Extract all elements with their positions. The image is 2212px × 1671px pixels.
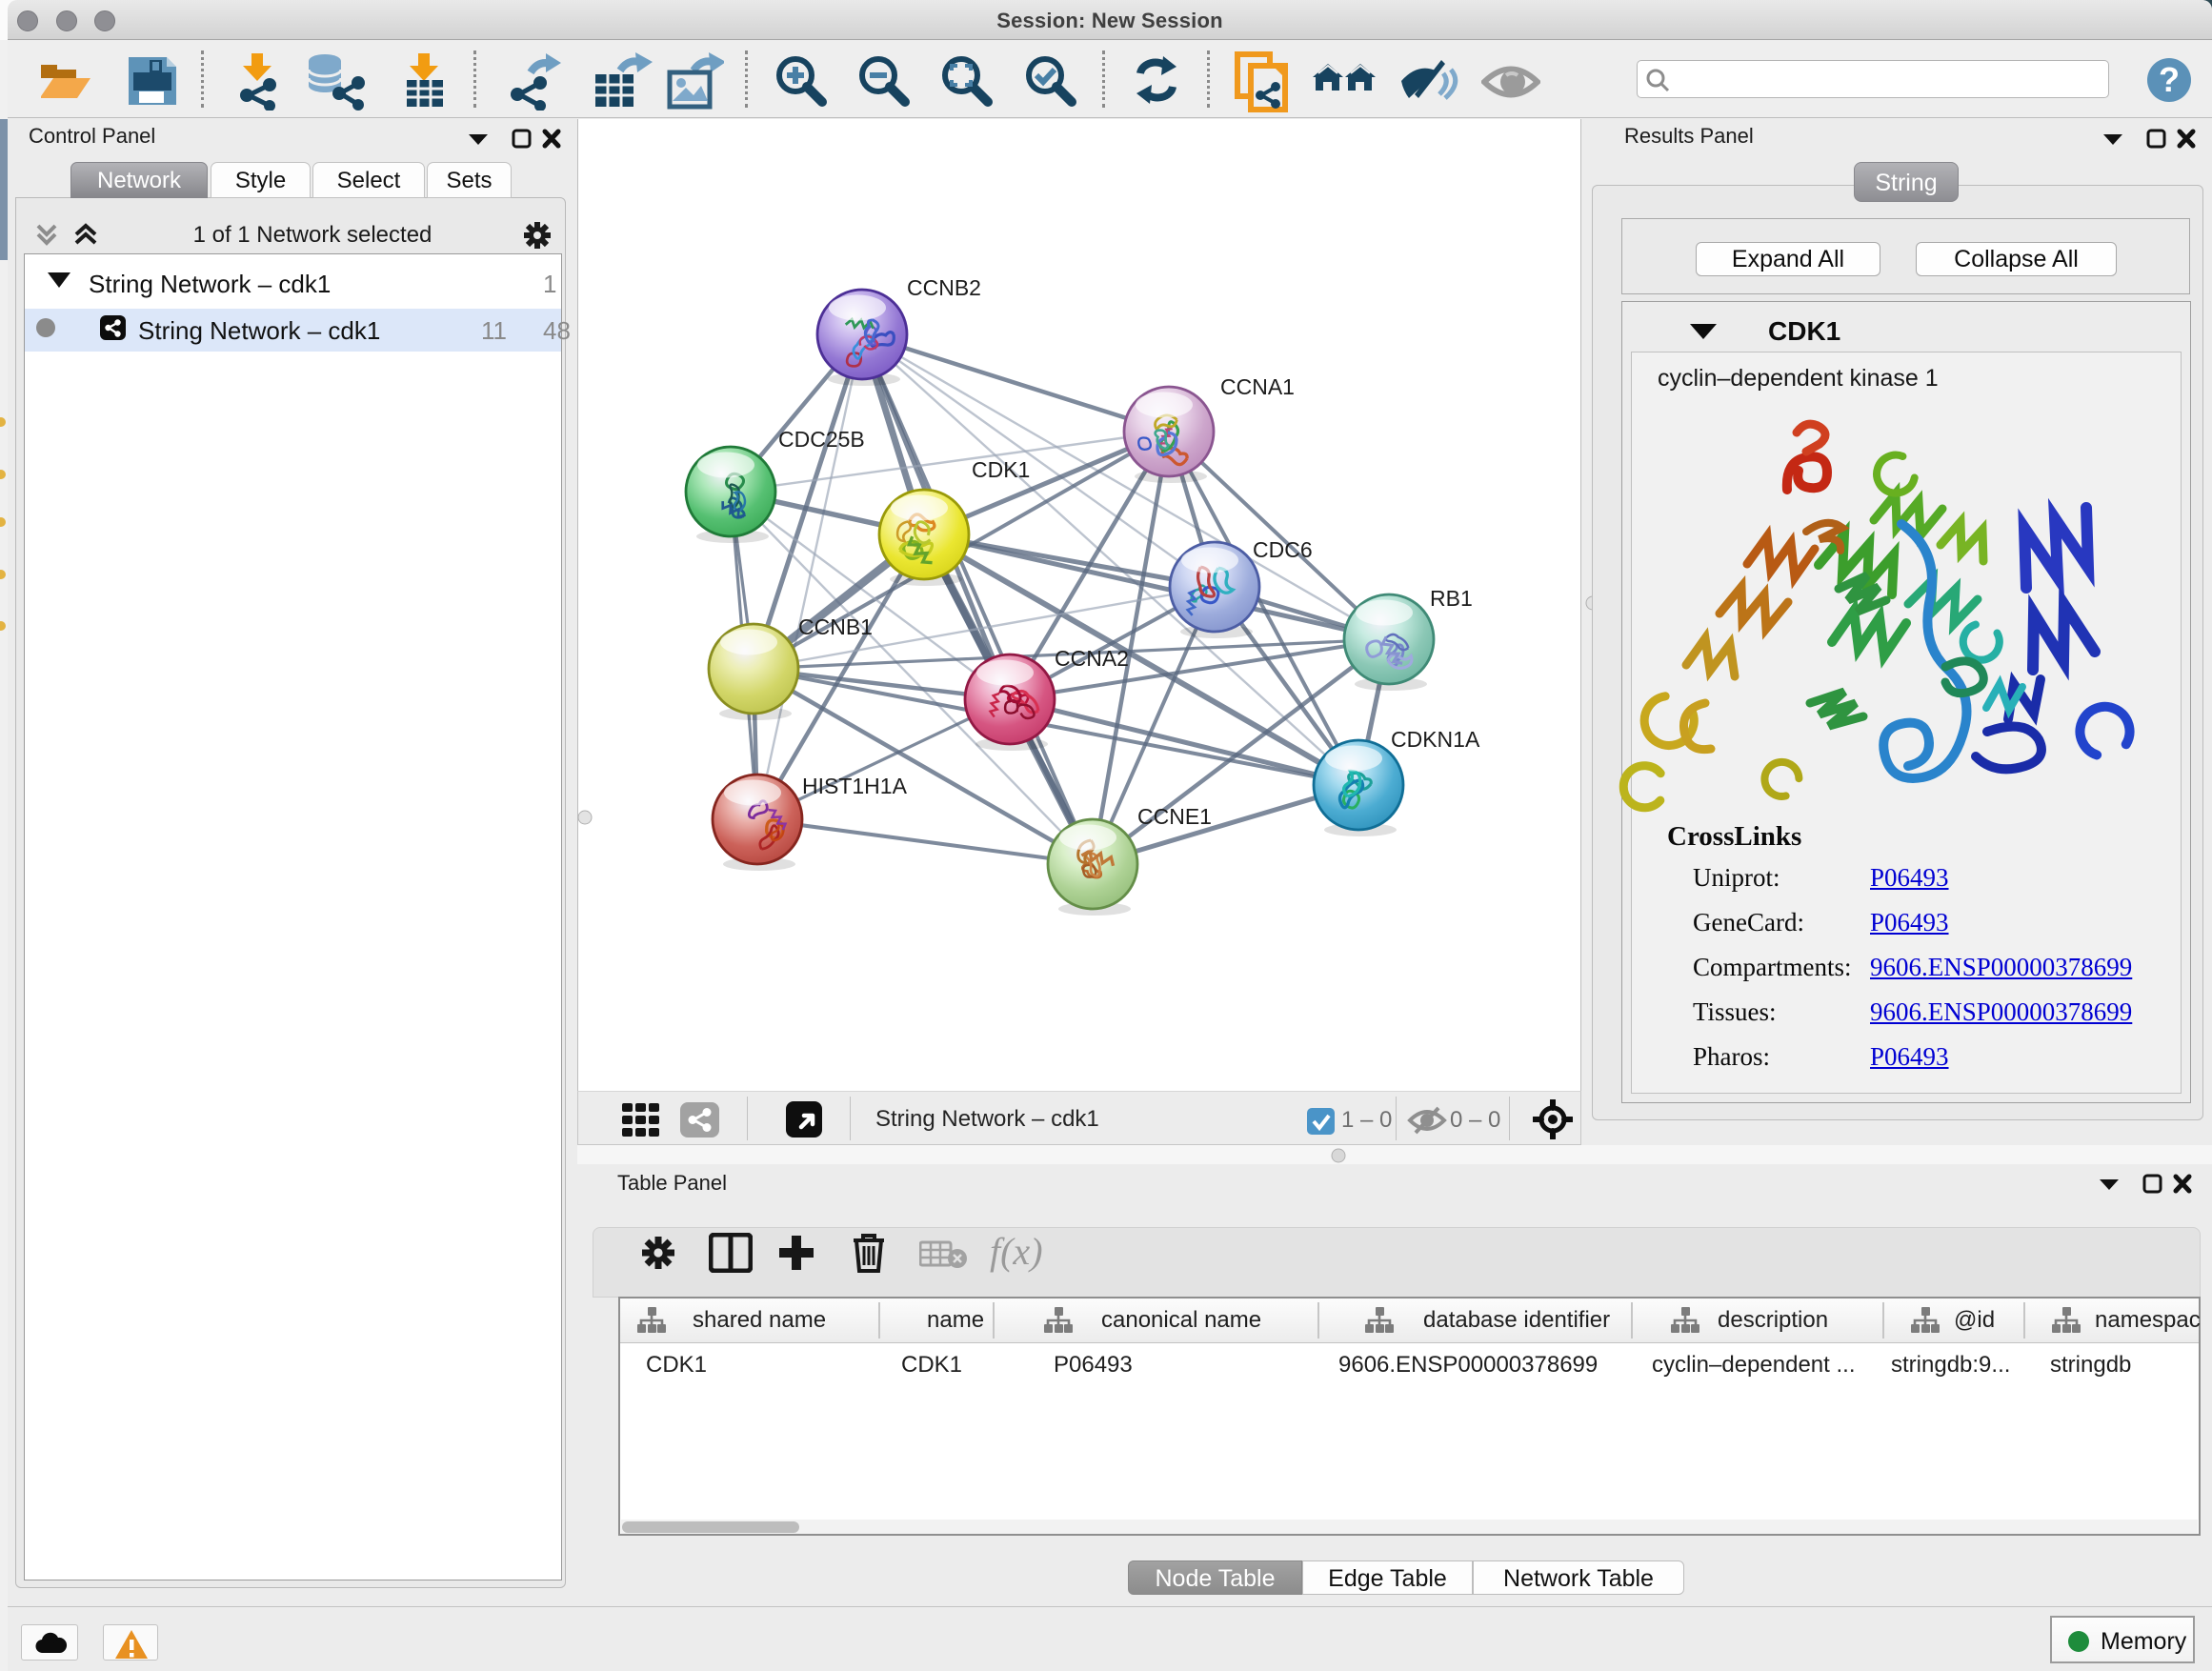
svg-text:CCNE1: CCNE1: [1137, 804, 1212, 829]
svg-text:CDKN1A: CDKN1A: [1391, 727, 1480, 752]
svg-text:HIST1H1A: HIST1H1A: [802, 774, 908, 798]
svg-text:CDC25B: CDC25B: [778, 427, 865, 452]
svg-text:CCNA1: CCNA1: [1220, 374, 1295, 399]
svg-text:CDC6: CDC6: [1253, 537, 1313, 562]
svg-text:?: ?: [2159, 60, 2180, 99]
svg-text:CCNB2: CCNB2: [907, 275, 981, 300]
svg-text:CDK1: CDK1: [972, 457, 1030, 482]
svg-text:RB1: RB1: [1430, 586, 1473, 611]
svg-text:CCNB1: CCNB1: [798, 614, 873, 639]
svg-text:CCNA2: CCNA2: [1055, 646, 1129, 671]
